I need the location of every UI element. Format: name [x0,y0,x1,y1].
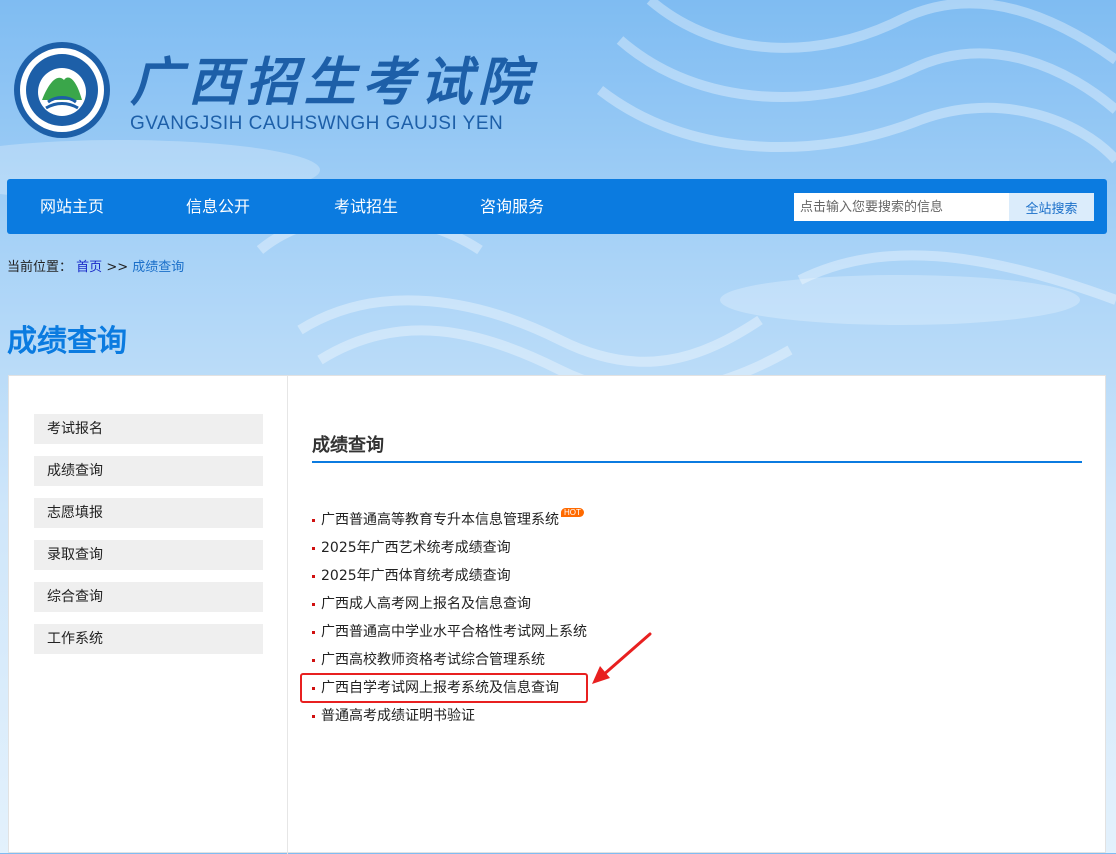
site-search-button[interactable]: 全站搜索 [1009,193,1094,221]
link-teacher-qualification[interactable]: 广西高校教师资格考试综合管理系统 [321,652,545,668]
sidebar-item-score-query[interactable]: 成绩查询 [34,456,263,486]
link-upgrade-system[interactable]: 广西普通高等教育专升本信息管理系统 [321,512,559,528]
site-logo [14,42,110,138]
link-art-exam-score[interactable]: 2025年广西艺术统考成绩查询 [321,540,511,556]
link-sports-exam-score[interactable]: 2025年广西体育统考成绩查询 [321,568,511,584]
link-self-study-exam[interactable]: 广西自学考试网上报考系统及信息查询 [321,680,559,696]
breadcrumb-separator: >> [106,260,129,275]
sidebar-item-exam-registration[interactable]: 考试报名 [34,414,263,444]
bullet-icon [312,715,315,718]
bullet-icon [312,603,315,606]
bullet-icon [312,575,315,578]
search-input[interactable] [794,193,1016,221]
breadcrumb-current: 成绩查询 [132,260,185,275]
page-title: 成绩查询 [7,324,127,359]
list-item: 广西自学考试网上报考系统及信息查询 [312,674,587,702]
sidebar-item-general-query[interactable]: 综合查询 [34,582,263,612]
list-item: 广西高校教师资格考试综合管理系统 [312,646,587,674]
bullet-icon [312,519,315,522]
sidebar: 考试报名 成绩查询 志愿填报 录取查询 综合查询 工作系统 [9,376,288,854]
link-score-certificate-verify[interactable]: 普通高考成绩证明书验证 [321,708,475,724]
section-title: 成绩查询 [312,435,384,456]
nav-item-home[interactable]: 网站主页 [40,179,104,234]
list-item: 广西普通高等教育专升本信息管理系统 HOT [312,506,587,534]
bullet-icon [312,547,315,550]
main-content: 成绩查询 广西普通高等教育专升本信息管理系统 HOT 2025年广西艺术统考成绩查… [288,376,1105,852]
list-item: 2025年广西艺术统考成绩查询 [312,534,587,562]
link-adult-exam-registration[interactable]: 广西成人高考网上报名及信息查询 [321,596,531,612]
list-item: 2025年广西体育统考成绩查询 [312,562,587,590]
nav-item-info-public[interactable]: 信息公开 [186,179,250,234]
breadcrumb: 当前位置： 首页 >> 成绩查询 [7,256,184,275]
sidebar-item-work-system[interactable]: 工作系统 [34,624,263,654]
bullet-icon [312,631,315,634]
bullet-icon [312,687,315,690]
sidebar-item-admission-query[interactable]: 录取查询 [34,540,263,570]
list-item: 普通高考成绩证明书验证 [312,702,587,730]
list-item: 广西普通高中学业水平合格性考试网上系统 [312,618,587,646]
query-link-list: 广西普通高等教育专升本信息管理系统 HOT 2025年广西艺术统考成绩查询 202… [312,506,587,730]
breadcrumb-home-link[interactable]: 首页 [76,260,102,275]
hot-badge: HOT [561,508,584,517]
sidebar-item-volunteer-fill[interactable]: 志愿填报 [34,498,263,528]
link-academic-level-exam[interactable]: 广西普通高中学业水平合格性考试网上系统 [321,624,587,640]
main-navbar: 网站主页 信息公开 考试招生 咨询服务 全站搜索 [7,179,1107,234]
bullet-icon [312,659,315,662]
content-panel: 考试报名 成绩查询 志愿填报 录取查询 综合查询 工作系统 成绩查询 广西普通高… [8,375,1106,854]
nav-item-exam-admission[interactable]: 考试招生 [334,179,398,234]
site-subtitle: GVANGJSIH CAUHSWNGH GAUJSI YEN [130,113,504,134]
nav-item-consult-service[interactable]: 咨询服务 [480,179,544,234]
section-divider [312,461,1082,463]
list-item: 广西成人高考网上报名及信息查询 [312,590,587,618]
breadcrumb-prefix: 当前位置： [7,260,73,275]
site-title: 广西招生考试院 [130,52,537,113]
